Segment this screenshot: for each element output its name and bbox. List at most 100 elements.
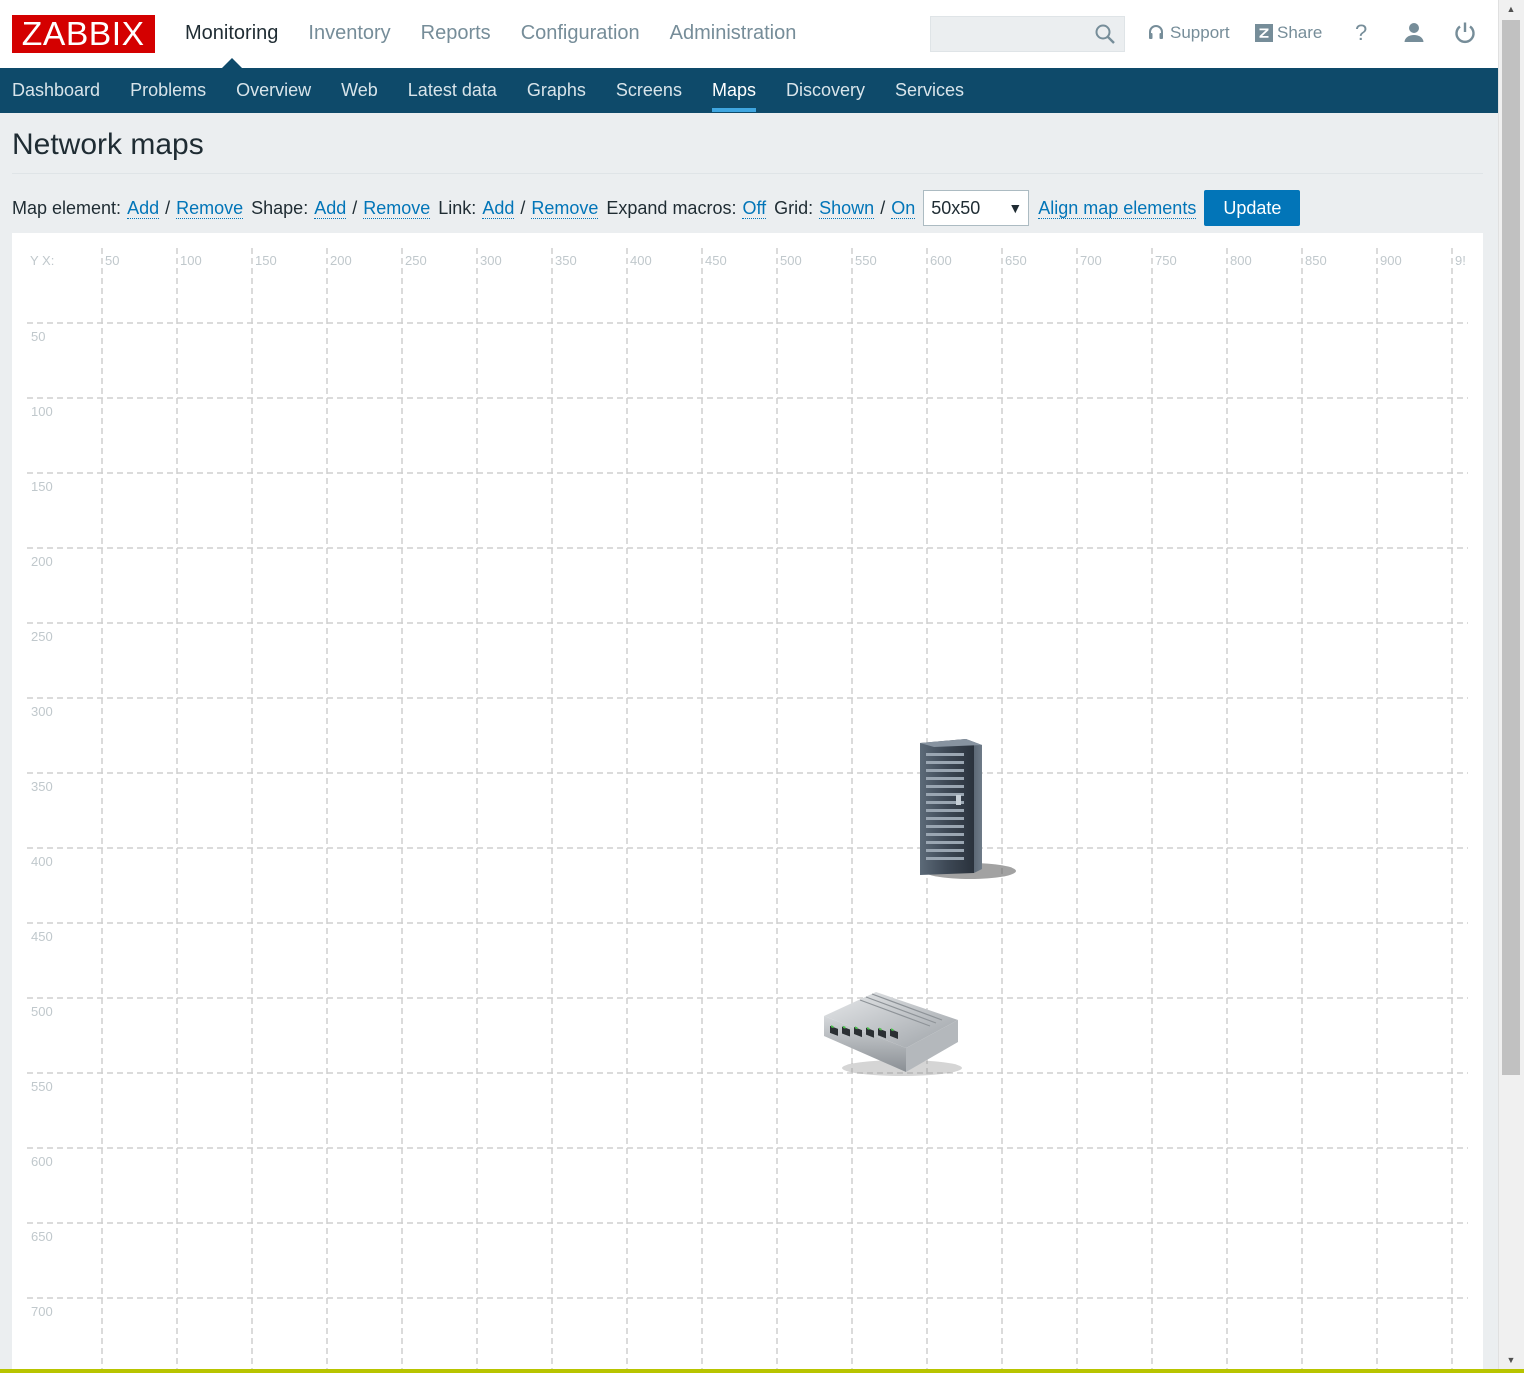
y-axis-label: 450 (31, 929, 53, 944)
grid-shown-toggle[interactable]: Shown (819, 198, 875, 219)
link-add-link[interactable]: Add (482, 198, 515, 219)
subnav-graphs[interactable]: Graphs (512, 68, 601, 113)
share-label: Share (1277, 23, 1323, 42)
title-divider (12, 173, 1483, 174)
expand-macros-label: Expand macros: (606, 197, 737, 218)
share-link[interactable]: Share (1255, 20, 1322, 46)
scroll-down-arrow-icon[interactable]: ▼ (1499, 1351, 1523, 1369)
server-icon[interactable] (912, 735, 1020, 883)
x-axis-label: 850 (1305, 253, 1327, 268)
main-nav-configuration[interactable]: Configuration (506, 0, 655, 68)
slash-separator: / (520, 197, 526, 218)
y-axis-label: 200 (31, 554, 53, 569)
y-axis-label: 600 (31, 1154, 53, 1169)
y-axis-label: 350 (31, 779, 53, 794)
dropdown-arrow-icon: ▼ (1008, 200, 1023, 216)
subnav-overview[interactable]: Overview (221, 68, 326, 113)
main-nav: Monitoring Inventory Reports Configurati… (170, 0, 811, 68)
shape-remove-link[interactable]: Remove (363, 198, 431, 219)
top-header: ZABBIX Monitoring Inventory Reports Conf… (0, 0, 1498, 68)
y-axis-label: 250 (31, 629, 53, 644)
search-input[interactable] (930, 16, 1125, 52)
x-axis-label: 200 (330, 253, 352, 268)
y-axis-label: 650 (31, 1229, 53, 1244)
map-element-label: Map element: (12, 197, 122, 218)
grid-size-value: 50x50 (931, 198, 981, 218)
x-axis-label: 350 (555, 253, 577, 268)
link-remove-link[interactable]: Remove (531, 198, 599, 219)
scrollbar-thumb[interactable] (1502, 20, 1520, 1075)
x-axis-label: 9! (1455, 253, 1466, 268)
x-axis-label: 100 (180, 253, 202, 268)
x-axis-label: 50 (105, 253, 119, 268)
vertical-scrollbar[interactable]: ▲ ▼ (1498, 0, 1524, 1373)
main-nav-administration[interactable]: Administration (655, 0, 812, 68)
slash-separator: / (352, 197, 358, 218)
y-axis-label: 150 (31, 479, 53, 494)
grid-size-select[interactable]: 50x50 ▼ (923, 190, 1030, 226)
subnav-services[interactable]: Services (880, 68, 979, 113)
switch-icon[interactable] (820, 988, 970, 1080)
x-axis-label: 750 (1155, 253, 1177, 268)
subnav-screens[interactable]: Screens (601, 68, 697, 113)
x-axis-label: 550 (855, 253, 877, 268)
logo-text: ZABBIX (22, 15, 145, 52)
support-label: Support (1170, 23, 1230, 42)
x-axis-label: 400 (630, 253, 652, 268)
slash-separator: / (880, 197, 886, 218)
grid-corner-label: Y X: (30, 253, 54, 268)
subnav-maps[interactable]: Maps (697, 68, 771, 113)
update-button[interactable]: Update (1204, 190, 1301, 226)
scroll-up-arrow-icon[interactable]: ▲ (1499, 0, 1523, 18)
support-link[interactable]: Support (1147, 20, 1230, 46)
slash-separator: / (165, 197, 171, 218)
y-axis-label: 100 (31, 404, 53, 419)
y-axis-label: 50 (31, 329, 45, 344)
x-axis-label: 150 (255, 253, 277, 268)
sub-nav: Dashboard Problems Overview Web Latest d… (0, 68, 1498, 113)
expand-macros-toggle[interactable]: Off (742, 198, 767, 219)
x-axis-label: 450 (705, 253, 727, 268)
grid-label: Grid: (774, 197, 814, 218)
link-label: Link: (438, 197, 477, 218)
subnav-discovery[interactable]: Discovery (771, 68, 880, 113)
map-element-remove-link[interactable]: Remove (176, 198, 244, 219)
y-axis-label: 550 (31, 1079, 53, 1094)
subnav-dashboard[interactable]: Dashboard (0, 68, 115, 113)
subnav-web[interactable]: Web (326, 68, 393, 113)
map-element-add-link[interactable]: Add (127, 198, 160, 219)
subnav-problems[interactable]: Problems (115, 68, 221, 113)
headset-icon (1149, 25, 1163, 39)
main-nav-monitoring[interactable]: Monitoring (170, 0, 293, 68)
x-axis-label: 900 (1380, 253, 1402, 268)
zabbix-logo[interactable]: ZABBIX (12, 15, 155, 53)
main-nav-reports[interactable]: Reports (406, 0, 506, 68)
y-axis-label: 500 (31, 1004, 53, 1019)
x-axis-label: 650 (1005, 253, 1027, 268)
x-axis-label: 300 (480, 253, 502, 268)
y-axis-label: 300 (31, 704, 53, 719)
x-axis-label: 800 (1230, 253, 1252, 268)
zabbix-share-icon (1255, 24, 1273, 42)
user-icon[interactable] (1401, 20, 1427, 46)
shape-add-link[interactable]: Add (314, 198, 347, 219)
y-axis-label: 400 (31, 854, 53, 869)
x-axis-label: 700 (1080, 253, 1102, 268)
help-icon[interactable]: ? (1355, 20, 1367, 46)
map-toolbar: Map element: Add / Remove Shape: Add / R… (12, 190, 1301, 226)
align-map-elements-link[interactable]: Align map elements (1038, 198, 1197, 219)
x-axis-label: 250 (405, 253, 427, 268)
map-canvas[interactable]: Y X: 50 100 150 200 250 300 350 400 450 500 550 600 6… (12, 233, 1483, 1373)
grid-auto-align-toggle[interactable]: On (891, 198, 916, 219)
logout-icon[interactable] (1452, 20, 1478, 46)
x-axis-label: 500 (780, 253, 802, 268)
main-nav-inventory[interactable]: Inventory (293, 0, 405, 68)
window-frame-bottom (0, 1369, 1524, 1373)
page-title: Network maps (12, 128, 204, 161)
subnav-latest-data[interactable]: Latest data (393, 68, 512, 113)
shape-label: Shape: (251, 197, 309, 218)
y-axis-label: 700 (31, 1304, 53, 1319)
search-icon[interactable] (1094, 23, 1116, 45)
map-grid: Y X: 50 100 150 200 250 300 350 400 450 500 550 600 6… (27, 248, 1468, 1373)
x-axis-label: 600 (930, 253, 952, 268)
